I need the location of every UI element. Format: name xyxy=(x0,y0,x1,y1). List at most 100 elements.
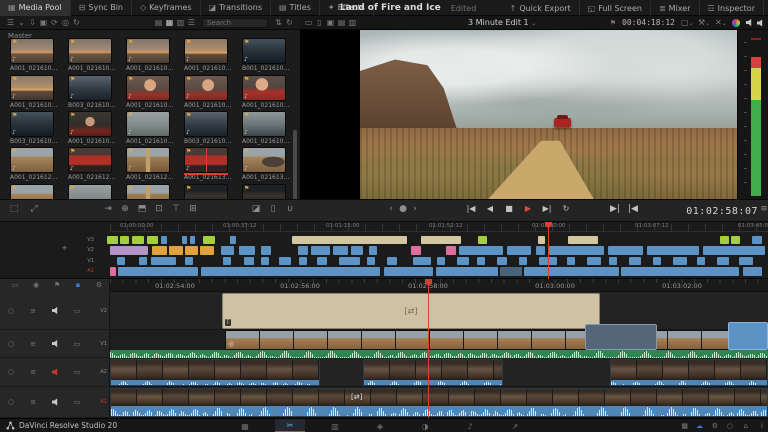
media-clip[interactable]: ⚑♪A001_02161031_C... xyxy=(10,38,60,72)
overview-clip[interactable] xyxy=(549,246,604,255)
overview-clip[interactable] xyxy=(261,246,271,255)
monitor-box-icon[interactable]: ▭ xyxy=(66,307,88,315)
overview-clip[interactable] xyxy=(244,257,254,265)
overview-clip[interactable] xyxy=(201,267,380,276)
timeline-tools-icon[interactable]: ⌖ xyxy=(62,244,67,254)
monitor-box-icon[interactable]: ▭ xyxy=(66,368,88,376)
overview-clip[interactable] xyxy=(110,246,148,255)
transition-tool-icon[interactable]: ◪ xyxy=(248,204,264,214)
video-frame[interactable] xyxy=(360,30,737,199)
media-clip[interactable]: ⚑♪A001_02161308_C... xyxy=(242,147,292,181)
mute-speaker-icon[interactable] xyxy=(52,398,60,406)
overview-clip[interactable] xyxy=(200,246,214,255)
overview-clip[interactable] xyxy=(413,257,431,265)
media-clip[interactable]: ⚑♪A001_02161302_C... xyxy=(184,147,234,181)
overview-clip[interactable] xyxy=(436,267,498,276)
ripple-overwrite-icon[interactable]: ⬒ xyxy=(134,204,150,214)
audio-video-clip[interactable] xyxy=(110,359,320,386)
sort-icon[interactable]: ⇅ xyxy=(273,18,284,27)
overview-clip[interactable] xyxy=(261,257,269,265)
overview-clip[interactable] xyxy=(147,236,158,244)
full-screen-button[interactable]: ◱Full Screen xyxy=(580,0,651,16)
title-clip[interactable]: [⇄]T xyxy=(222,293,600,329)
sync-bin-button[interactable]: ⊟Sync Bin xyxy=(71,0,132,16)
collaboration-icon[interactable]: ○ xyxy=(727,422,733,430)
overview-clip[interactable] xyxy=(609,257,617,265)
overview-clip[interactable] xyxy=(500,267,522,276)
overview-clip[interactable] xyxy=(629,257,641,265)
overview-clip[interactable] xyxy=(477,257,485,265)
video-clip-filmstrip[interactable]: [⇄]◎ xyxy=(225,330,768,350)
titles-button[interactable]: ▤Titles xyxy=(271,0,320,16)
cloud-sync-icon[interactable]: ☁ xyxy=(696,422,703,430)
lock-icon[interactable]: ○ xyxy=(0,368,22,376)
overview-clip[interactable] xyxy=(298,246,308,255)
import-media-icon[interactable]: ⇩ xyxy=(27,18,38,27)
overview-clip[interactable] xyxy=(536,246,545,255)
transform-dropdown-icon[interactable]: ✕⌄ xyxy=(715,18,726,27)
media-clip[interactable]: ⚑♪A001_02161040_C... xyxy=(126,75,176,109)
overview-clip[interactable] xyxy=(311,246,330,255)
close-up-icon[interactable]: ⊡ xyxy=(151,204,167,214)
overview-clip[interactable] xyxy=(703,246,765,255)
lock-icon[interactable]: ○ xyxy=(0,398,22,406)
media-clip[interactable]: ⚑♪ xyxy=(184,184,234,199)
mute-speaker-icon[interactable] xyxy=(52,340,60,348)
append-icon[interactable]: ⊕ xyxy=(117,204,133,214)
play-forward-button[interactable]: ▶| xyxy=(539,204,555,213)
go-to-first-frame-button[interactable]: |◀ xyxy=(463,204,479,213)
marker-flag-icon[interactable]: ⚑ xyxy=(46,281,68,289)
media-clip[interactable]: ⚑♪A001_02161250_C... xyxy=(68,147,118,181)
overview-clip[interactable] xyxy=(169,246,183,255)
place-on-top-icon[interactable]: ⊤ xyxy=(168,204,184,214)
overview-clip[interactable] xyxy=(118,267,198,276)
overview-clip[interactable] xyxy=(731,236,740,244)
overview-clip[interactable] xyxy=(317,257,327,265)
overlay-clip[interactable] xyxy=(585,324,657,350)
chevron-down-icon[interactable]: ⌄ xyxy=(16,18,27,27)
media-page-button[interactable]: ▦ xyxy=(230,419,260,432)
selected-blue-clip[interactable] xyxy=(728,322,768,350)
filmstrip-view-icon[interactable]: ▤ xyxy=(153,18,164,27)
overview-clip[interactable] xyxy=(478,236,487,244)
mute-speaker-icon[interactable] xyxy=(52,307,60,315)
overview-clip[interactable] xyxy=(459,246,503,255)
overview-clip[interactable] xyxy=(367,257,375,265)
timeline-menu-icon[interactable]: ≡ xyxy=(756,204,768,214)
media-clip[interactable]: ⚑♪ xyxy=(126,184,176,199)
play-button[interactable]: ▶ xyxy=(520,204,536,213)
media-pool-scrollbar[interactable] xyxy=(293,130,297,199)
audio-video-clip[interactable] xyxy=(363,359,503,386)
clip-info-icon[interactable]: ↻ xyxy=(284,18,295,27)
settings-icon[interactable]: ⚙ xyxy=(712,422,718,430)
overview-clip[interactable] xyxy=(752,236,762,244)
audio-trim-icon[interactable]: ▥ xyxy=(347,18,358,27)
overview-clip[interactable] xyxy=(647,246,699,255)
marker-flag-icon[interactable]: ⚑ xyxy=(610,19,616,27)
previous-edit-button[interactable]: |◀ xyxy=(625,204,641,214)
overview-clip[interactable] xyxy=(239,246,255,255)
monitor-box-icon[interactable]: ▭ xyxy=(66,340,88,348)
overview-clip[interactable] xyxy=(411,246,421,255)
green-audio-strip[interactable] xyxy=(110,350,768,358)
overview-clip[interactable] xyxy=(152,246,167,255)
overview-clip[interactable] xyxy=(697,257,705,265)
overview-clip[interactable] xyxy=(292,236,407,244)
keyframes-button[interactable]: ◇Keyframes xyxy=(132,0,201,16)
media-clip[interactable]: ⚑♪A001_02161038_C... xyxy=(10,75,60,109)
source-tape-icon[interactable]: ▭ xyxy=(303,18,314,27)
overview-clip[interactable] xyxy=(446,246,456,255)
linked-selection-icon[interactable]: ▪ xyxy=(67,281,89,289)
overview-clip[interactable] xyxy=(621,267,739,276)
overview-clip[interactable] xyxy=(567,257,575,265)
next-edit-button[interactable]: ▶| xyxy=(607,204,623,214)
overview-clip[interactable] xyxy=(524,267,619,276)
tools-dropdown-icon[interactable]: ⚒⌄ xyxy=(698,18,709,27)
overview-clip[interactable] xyxy=(538,236,545,244)
smart-bin-icon[interactable]: ◎ xyxy=(60,18,71,27)
jog-right[interactable]: › xyxy=(407,204,423,214)
color-wheel-icon[interactable] xyxy=(732,19,740,27)
subtitle-track-icon[interactable]: ▭ xyxy=(4,281,26,289)
lock-icon[interactable]: ○ xyxy=(0,340,22,348)
media-clip[interactable]: ⚑♪A001_02161042_C... xyxy=(184,75,234,109)
